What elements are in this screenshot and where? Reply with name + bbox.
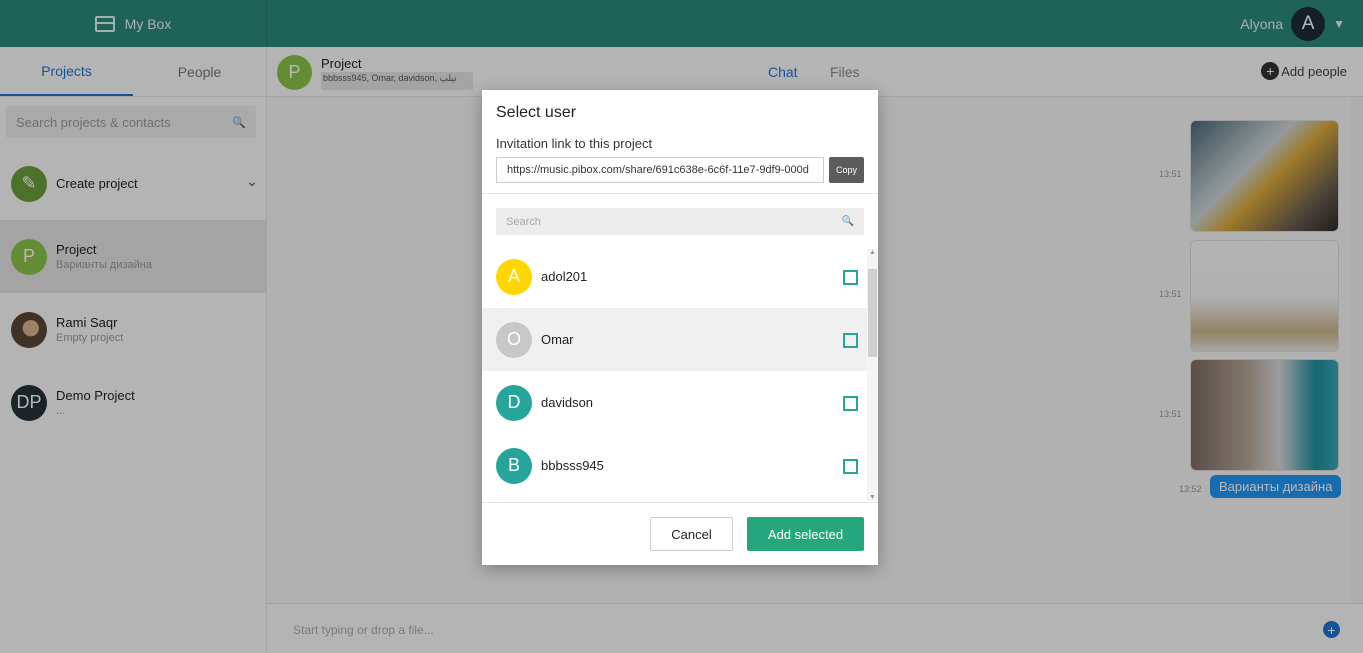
copy-button[interactable]: Copy <box>829 157 864 183</box>
divider <box>482 502 878 503</box>
select-checkbox[interactable] <box>843 459 858 474</box>
invitation-label: Invitation link to this project <box>496 136 653 151</box>
list-item[interactable]: D davidson <box>482 371 878 434</box>
user-name: adol201 <box>541 269 588 284</box>
search-icon: 🔍 <box>841 216 854 227</box>
select-checkbox[interactable] <box>843 396 858 411</box>
list-item[interactable]: A adol201 <box>482 245 878 308</box>
scroll-thumb[interactable] <box>868 269 877 357</box>
user-search-input[interactable]: Search 🔍 <box>496 208 864 235</box>
avatar: D <box>496 384 532 421</box>
invitation-link-field[interactable]: https://music.pibox.com/share/691c638e-6… <box>496 157 824 183</box>
add-selected-button[interactable]: Add selected <box>747 517 864 551</box>
cancel-button[interactable]: Cancel <box>650 517 733 551</box>
avatar: A <box>496 258 532 295</box>
scroll-down-icon[interactable]: ▼ <box>867 494 878 501</box>
user-name: bbbsss945 <box>541 458 604 473</box>
avatar: B <box>496 447 532 484</box>
dialog-title: Select user <box>496 104 577 121</box>
select-checkbox[interactable] <box>843 333 858 348</box>
divider <box>482 193 878 194</box>
avatar: O <box>496 321 532 358</box>
scroll-up-icon[interactable]: ▲ <box>867 249 878 256</box>
user-search-placeholder: Search <box>506 215 541 228</box>
list-item[interactable]: B bbbsss945 <box>482 434 878 497</box>
user-list-scrollbar[interactable]: ▲ ▼ <box>867 249 878 501</box>
list-item[interactable]: O Omar <box>482 308 878 371</box>
user-name: davidson <box>541 395 594 410</box>
user-name: Omar <box>541 332 574 347</box>
select-user-dialog: Select user Invitation link to this proj… <box>482 90 878 565</box>
select-checkbox[interactable] <box>843 270 858 285</box>
user-list: A adol201 O Omar D davidson B bbbsss945 <box>482 245 878 502</box>
